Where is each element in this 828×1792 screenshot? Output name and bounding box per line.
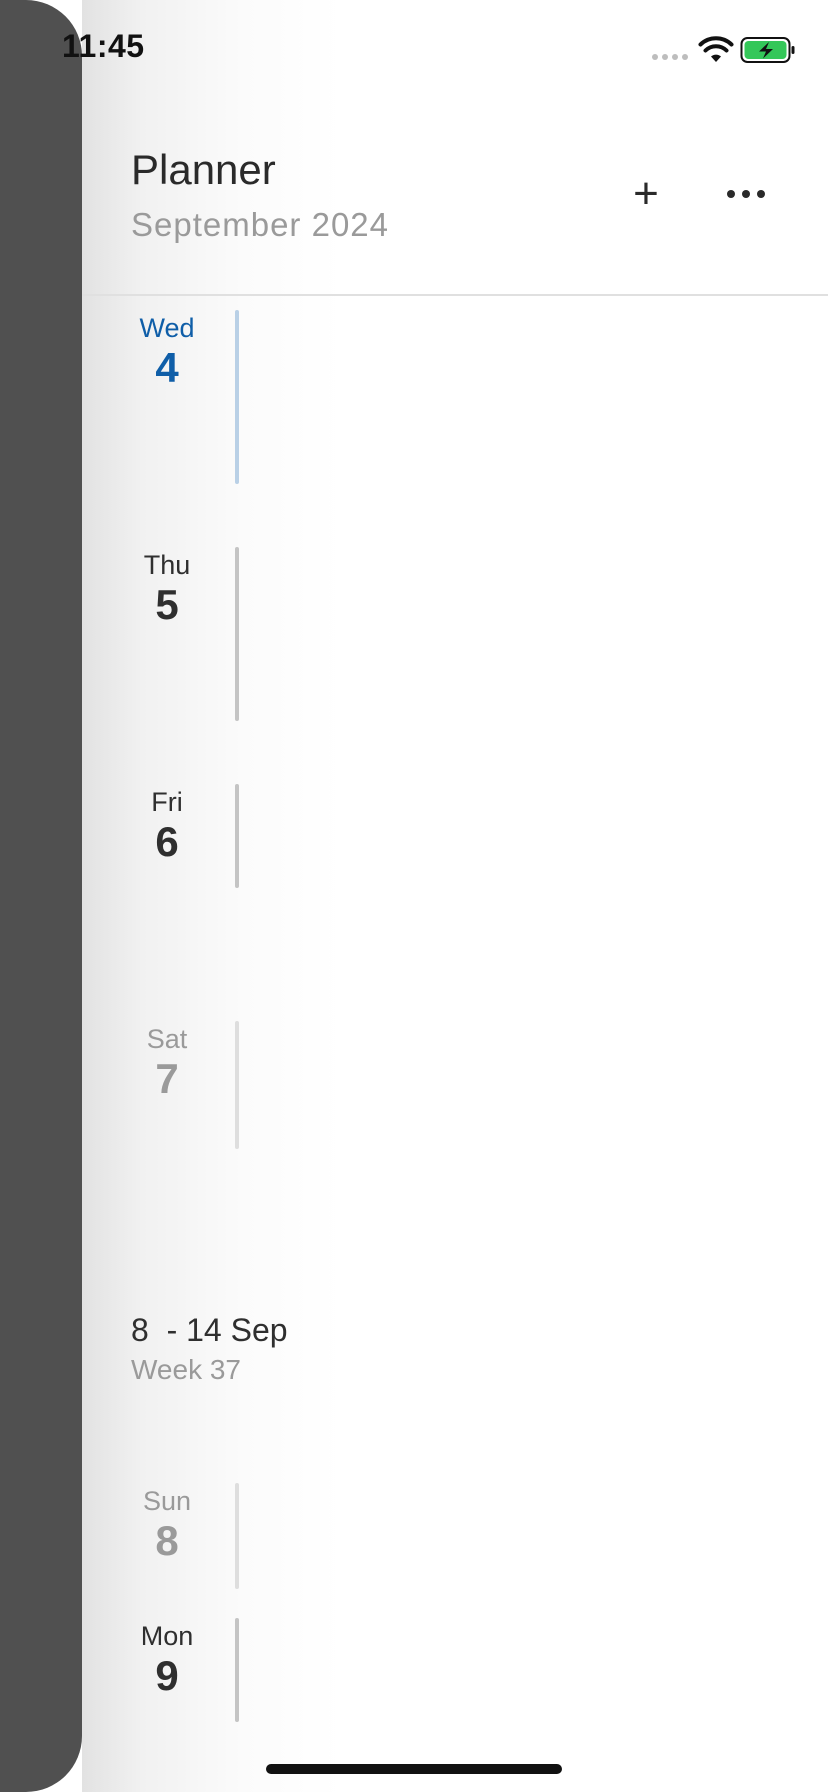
day-thu-5[interactable]: Thu 5	[120, 549, 214, 629]
more-options-button[interactable]	[720, 170, 772, 218]
cellular-signal-icon	[652, 54, 688, 60]
week-date-range: 8 - 14 Sep	[131, 1312, 288, 1348]
day-timeline-wed	[235, 310, 239, 484]
day-sun-8[interactable]: Sun 8	[120, 1485, 214, 1565]
header-divider	[82, 294, 828, 296]
day-number: 9	[155, 1652, 179, 1699]
day-of-week-label: Sat	[146, 1024, 188, 1054]
month-subtitle: September 2024	[131, 206, 390, 243]
wifi-icon	[698, 36, 734, 62]
day-wed-4[interactable]: Wed 4	[120, 312, 214, 392]
day-timeline-fri	[235, 784, 239, 888]
day-timeline-mon	[235, 1618, 239, 1722]
add-button[interactable]: +	[622, 170, 670, 218]
day-of-week-label: Wed	[139, 313, 195, 343]
day-number: 5	[155, 581, 179, 628]
battery-charging-icon	[740, 37, 795, 63]
home-indicator[interactable]	[266, 1764, 562, 1774]
day-number: 8	[155, 1517, 179, 1564]
day-of-week-label: Fri	[151, 787, 183, 817]
day-mon-9[interactable]: Mon 9	[120, 1620, 214, 1700]
day-timeline-sat	[235, 1021, 239, 1149]
status-time: 11:45	[62, 28, 145, 64]
plus-icon: +	[633, 169, 659, 218]
day-of-week-label: Thu	[143, 550, 191, 580]
day-of-week-label: Mon	[140, 1621, 194, 1651]
day-fri-6[interactable]: Fri 6	[120, 786, 214, 866]
page-title: Planner	[131, 146, 276, 193]
day-timeline-thu	[235, 547, 239, 721]
planner-screen: 11:45 Planner September 2024 + Wed 4 Thu…	[0, 0, 828, 1792]
day-number: 6	[155, 818, 179, 865]
side-panel[interactable]	[0, 0, 82, 1792]
more-dots-icon	[727, 190, 765, 198]
day-timeline-sun	[235, 1483, 239, 1589]
day-of-week-label: Sun	[142, 1486, 192, 1516]
week-number-label: Week 37	[131, 1354, 241, 1385]
day-sat-7[interactable]: Sat 7	[120, 1023, 214, 1103]
day-number: 7	[155, 1055, 179, 1102]
day-number: 4	[155, 344, 179, 391]
